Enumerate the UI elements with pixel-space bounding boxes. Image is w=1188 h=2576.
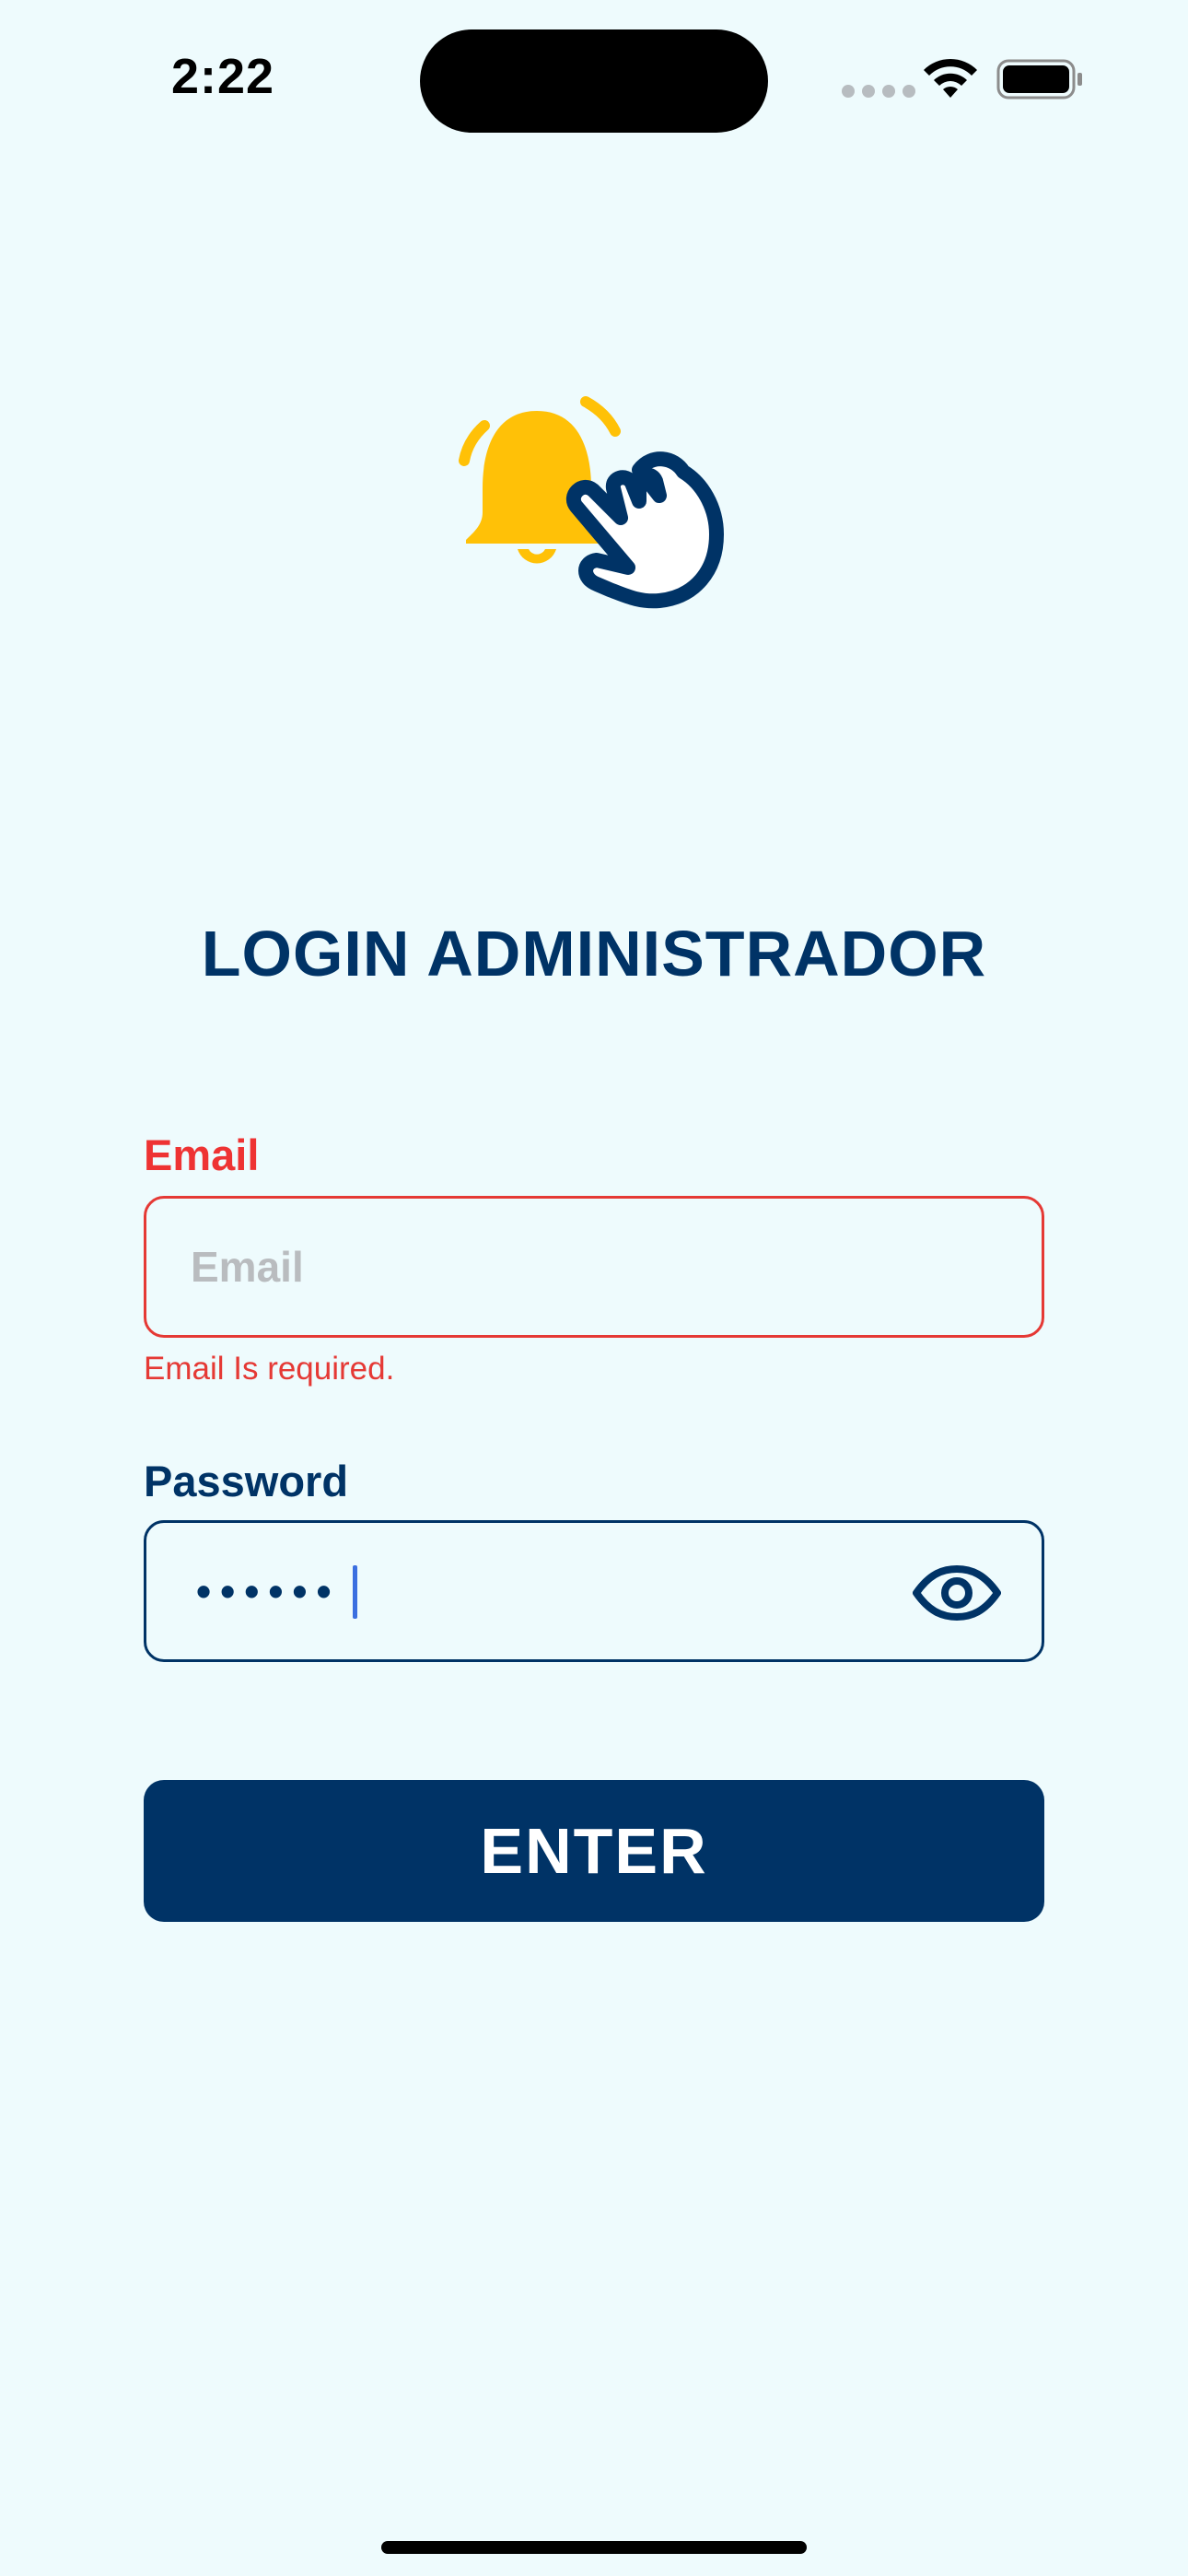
bell-tap-logo-icon [459, 396, 724, 609]
cellular-signal-icon [842, 85, 915, 98]
page-title: LOGIN ADMINISTRADOR [201, 918, 987, 989]
battery-icon [996, 59, 1082, 100]
email-field-container[interactable] [144, 1196, 1044, 1338]
text-caret [353, 1565, 357, 1619]
password-masked-value: •••••• [196, 1567, 341, 1615]
dynamic-island [420, 29, 768, 133]
wifi-icon [924, 58, 977, 98]
eye-icon[interactable] [913, 1565, 1001, 1621]
home-indicator [381, 2541, 807, 2554]
email-error-message: Email Is required. [144, 1351, 395, 1387]
status-time: 2:22 [171, 49, 275, 104]
email-label: Email [144, 1130, 260, 1179]
password-input[interactable]: •••••• [144, 1520, 1044, 1662]
password-label: Password [144, 1457, 349, 1505]
enter-button[interactable]: ENTER [144, 1780, 1044, 1922]
email-input[interactable] [191, 1199, 983, 1335]
